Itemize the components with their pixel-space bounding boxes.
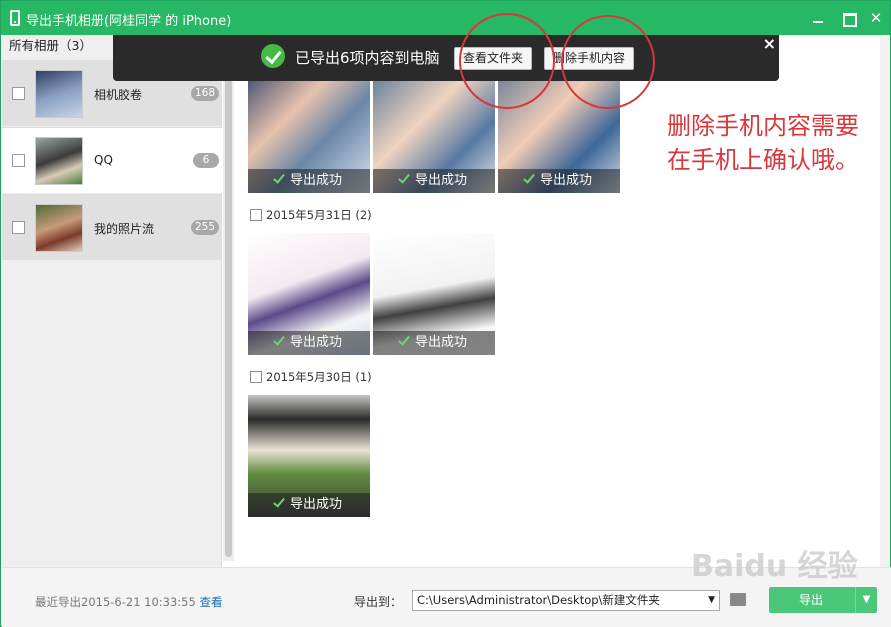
close-window-button[interactable]: ✕ [867, 9, 885, 27]
group-label: 2015年5月31日 (2) [266, 208, 372, 222]
album-thumbnail [35, 204, 83, 252]
group-header: 2015年5月31日 (2) [250, 207, 372, 223]
album-thumbnail [35, 137, 83, 185]
sidebar-scrollbar[interactable] [223, 35, 234, 561]
last-export-info: 最近导出2015-6-21 10:33:55 查看 [35, 594, 222, 610]
export-album-window: 导出手机相册(阿桂同学 的 iPhone) ✕ 所有相册（3） 相机胶卷 168… [0, 0, 891, 627]
badge-label: 导出成功 [539, 173, 592, 188]
export-button-label: 导出 [799, 593, 824, 607]
badge-label: 导出成功 [289, 173, 342, 188]
album-name: 我的照片流 [94, 222, 155, 236]
album-thumbnail [35, 70, 83, 118]
close-toast-icon[interactable]: × [763, 34, 776, 53]
export-success-badge: 导出成功 [373, 331, 495, 355]
group-label: 2015年5月30日 (1) [266, 370, 372, 384]
check-icon [398, 171, 410, 184]
baidu-watermark: Baidu 经验 [691, 549, 858, 584]
export-toast: 已导出6项内容到电脑 查看文件夹 删除手机内容 × [113, 34, 779, 81]
title-bar: 导出手机相册(阿桂同学 的 iPhone) ✕ [1, 1, 890, 35]
folder-icon[interactable] [730, 593, 746, 606]
album-count-badge: 255 [190, 220, 219, 235]
export-path-select[interactable]: C:\Users\Administrator\Desktop\新建文件夹 ▼ [412, 590, 720, 611]
album-checkbox[interactable] [12, 87, 25, 100]
window-title: 导出手机相册(阿桂同学 的 iPhone) [26, 14, 232, 29]
export-path-value: C:\Users\Administrator\Desktop\新建文件夹 [417, 593, 660, 607]
photo-tile[interactable]: 导出成功 [373, 233, 495, 355]
photo-tile[interactable]: 导出成功 [248, 71, 370, 193]
export-success-badge: 导出成功 [248, 169, 370, 193]
group-header: 2015年5月30日 (1) [250, 369, 372, 385]
export-to-label: 导出到： [354, 595, 403, 609]
album-name: QQ [94, 153, 113, 167]
badge-label: 导出成功 [289, 497, 342, 512]
export-success-badge: 导出成功 [248, 331, 370, 355]
export-success-badge: 导出成功 [248, 493, 370, 517]
export-success-badge: 导出成功 [373, 169, 495, 193]
phone-icon [10, 10, 20, 26]
export-button[interactable]: 导出 ▼ [769, 587, 877, 613]
album-sidebar: 所有相册（3） 相机胶卷 168 QQ 6 我的照片流 255 [2, 35, 222, 567]
badge-label: 导出成功 [289, 335, 342, 350]
check-icon [273, 171, 285, 184]
annotation-circle [459, 13, 555, 109]
check-icon [273, 495, 285, 508]
photo-tile[interactable]: 导出成功 [248, 233, 370, 355]
album-checkbox[interactable] [12, 154, 25, 167]
export-success-badge: 导出成功 [498, 169, 620, 193]
album-item-qq[interactable]: QQ 6 [2, 127, 222, 193]
album-name: 相机胶卷 [94, 88, 143, 102]
album-checkbox[interactable] [12, 221, 25, 234]
album-count-badge: 168 [190, 86, 219, 101]
annotation-circle [561, 15, 655, 109]
view-link[interactable]: 查看 [199, 595, 222, 609]
maximize-button[interactable] [839, 9, 857, 27]
check-icon [273, 333, 285, 346]
group-checkbox[interactable] [250, 371, 262, 383]
badge-label: 导出成功 [414, 335, 467, 350]
check-icon [523, 171, 535, 184]
check-icon [398, 333, 410, 346]
annotation-text: 删除手机内容需要在手机上确认哦。 [667, 112, 859, 174]
photo-tile[interactable]: 导出成功 [248, 395, 370, 517]
minimize-button[interactable] [809, 9, 827, 27]
album-count-badge: 6 [193, 153, 219, 168]
badge-label: 导出成功 [414, 173, 467, 188]
toast-message: 已导出6项内容到电脑 [295, 49, 440, 67]
album-item-photo-stream[interactable]: 我的照片流 255 [2, 194, 222, 260]
chevron-down-icon[interactable]: ▼ [708, 591, 715, 610]
group-checkbox[interactable] [250, 209, 262, 221]
content-scrollbar[interactable] [880, 35, 890, 567]
last-export-time: 最近导出2015-6-21 10:33:55 [35, 595, 196, 609]
success-check-icon [261, 44, 285, 68]
export-dropdown-icon[interactable]: ▼ [855, 587, 877, 613]
